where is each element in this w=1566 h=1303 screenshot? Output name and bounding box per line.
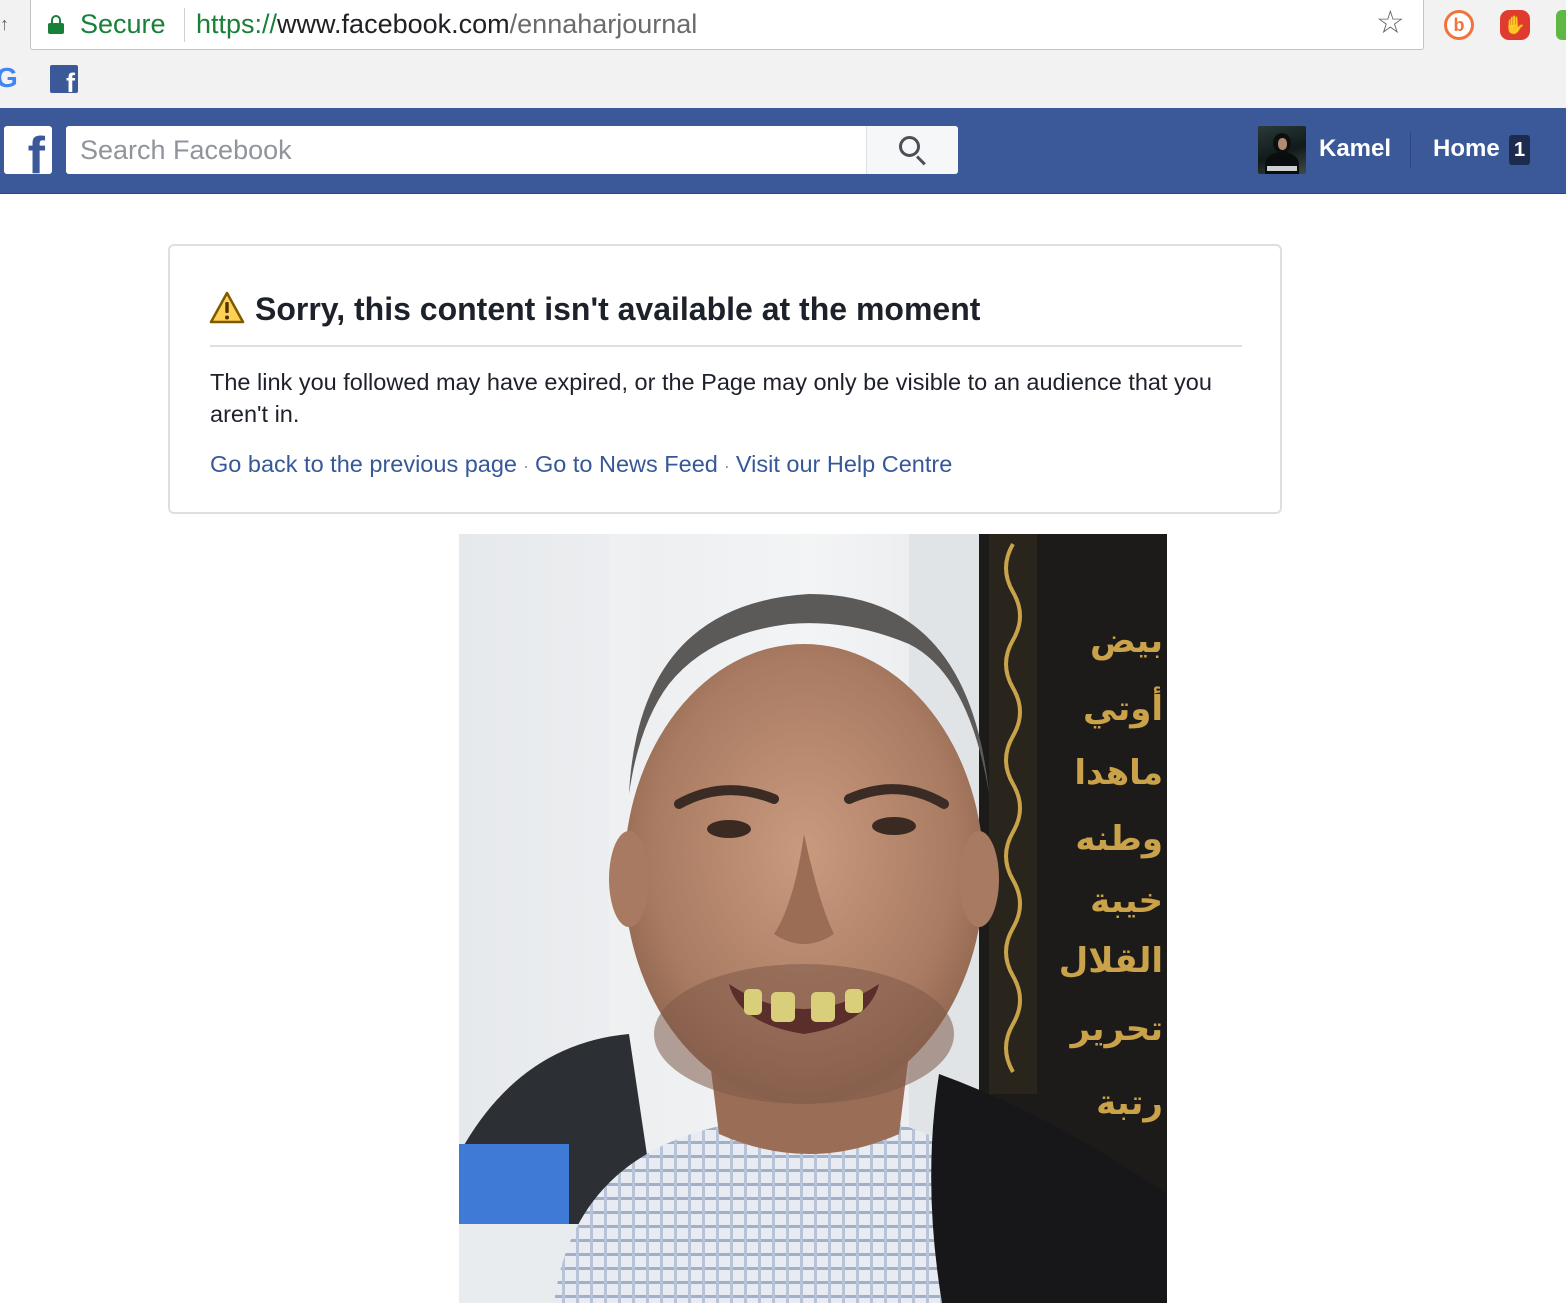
profile-link[interactable]: Kamel [1319,135,1391,163]
link-separator: · [523,456,530,476]
adblock-extension-icon[interactable]: ✋ [1500,10,1530,40]
facebook-bookmark-icon[interactable]: f [50,65,78,93]
google-bookmark-icon[interactable]: G [0,64,18,92]
svg-text:خيبة: خيبة [1090,881,1163,921]
bookmark-star-icon[interactable]: ☆ [1376,6,1405,38]
search-button[interactable] [866,126,958,174]
profile-photo: بيض أوتي ماهدا وطنه خيبة القلال تحرير رت… [459,534,1167,1303]
url-text[interactable]: https://www.facebook.com/ennaharjournal [196,9,697,40]
search-input[interactable] [66,126,866,174]
error-message: The link you followed may have expired, … [210,369,1212,427]
warning-icon [209,291,245,324]
help-centre-link[interactable]: Visit our Help Centre [736,451,952,477]
svg-text:بيض: بيض [1090,621,1163,661]
svg-text:أوتي: أوتي [1083,686,1163,729]
error-links: Go back to the previous page · Go to News … [210,451,952,478]
facebook-header: f Kamel Home 1 [0,108,1566,194]
svg-text:القلال: القلال [1059,941,1163,981]
nav-divider [1410,132,1411,168]
svg-text:تحرير: تحرير [1069,1009,1163,1049]
link-separator: · [723,456,730,476]
secure-label[interactable]: Secure [80,9,166,40]
man-portrait-image: بيض أوتي ماهدا وطنه خيبة القلال تحرير رت… [459,534,1167,1303]
news-feed-link[interactable]: Go to News Feed [535,451,718,477]
svg-text:رتبة: رتبة [1096,1083,1163,1123]
home-link[interactable]: Home [1433,135,1500,163]
lock-icon[interactable] [48,15,64,34]
browser-toolbar: ↑ Secure https://www.facebook.com/ennaha… [0,0,1566,108]
search-icon [899,136,927,166]
facebook-logo-icon[interactable]: f [4,126,52,174]
search-box [66,126,958,174]
back-arrow-icon[interactable]: ↑ [0,14,9,35]
privacy-extension-icon[interactable] [1556,10,1566,40]
avatar[interactable] [1258,126,1306,174]
home-notification-badge[interactable]: 1 [1509,135,1530,165]
error-title: Sorry, this content isn't available at t… [255,291,981,327]
omnibox-divider [184,8,185,42]
go-back-link[interactable]: Go back to the previous page [210,451,517,477]
bitly-extension-icon[interactable]: b [1444,10,1474,40]
divider [210,345,1242,347]
svg-text:ماهدا: ماهدا [1074,753,1163,793]
content-unavailable-box: Sorry, this content isn't available at t… [168,244,1282,514]
svg-text:وطنه: وطنه [1075,819,1163,859]
